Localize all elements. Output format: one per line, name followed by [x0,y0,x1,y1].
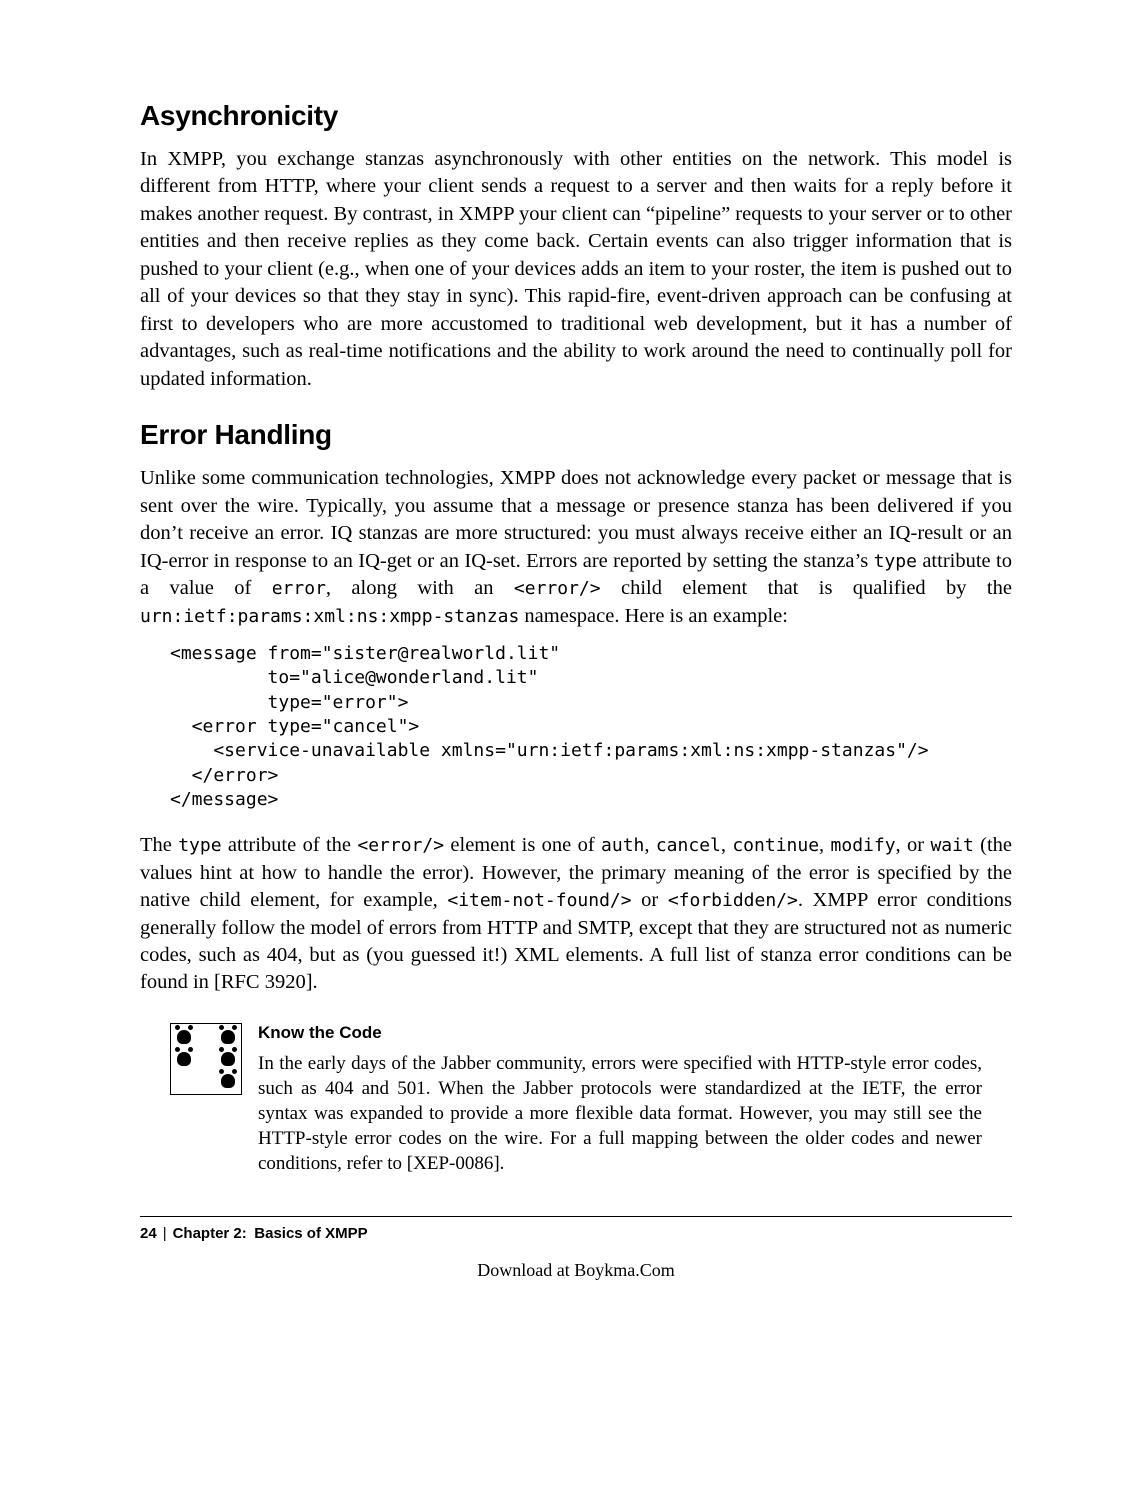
note-callout: Know the Code In the early days of the J… [170,1023,1012,1176]
code-inline-error-element: <error/> [514,578,601,599]
footer-separator: | [163,1225,167,1242]
code-inline-error-element2: <error/> [357,835,444,856]
code-inline-forbidden: <forbidden/> [668,890,798,911]
text-run: or [632,889,668,911]
code-inline-cancel: cancel [656,835,721,856]
page-number: 24 [140,1225,157,1242]
note-title: Know the Code [258,1023,982,1043]
code-inline-type2: type [178,835,221,856]
code-inline-type: type [874,551,917,572]
text-run: namespace. Here is an example: [519,605,788,627]
code-inline-auth: auth [601,835,644,856]
section-heading-error-handling: Error Handling [140,419,1012,451]
text-run: attribute of the [222,834,358,856]
code-inline-modify: modify [831,835,896,856]
text-run: The [140,834,178,856]
text-run: element is one of [444,834,601,856]
text-run: child element that is qualified by the [601,577,1012,599]
code-inline-error: error [272,578,326,599]
text-run: , or [896,834,931,856]
chapter-label: Chapter 2: Basics of XMPP [173,1225,368,1242]
paw-prints-icon [170,1023,242,1095]
text-run: , [644,834,655,856]
code-inline-continue: continue [732,835,819,856]
text-run: , along with an [326,577,514,599]
code-block-error-example: <message from="sister@realworld.lit" to=… [170,642,1012,812]
page: Asynchronicity In XMPP, you exchange sta… [0,0,1142,1500]
text-run: , [819,834,830,856]
code-inline-namespace: urn:ietf:params:xml:ns:xmpp-stanzas [140,606,519,627]
section-heading-asynchronicity: Asynchronicity [140,100,1012,132]
asynchronicity-paragraph: In XMPP, you exchange stanzas asynchrono… [140,146,1012,393]
text-run: , [721,834,732,856]
footer-rule: 24 | Chapter 2: Basics of XMPP [140,1216,1012,1242]
error-handling-explain-paragraph: The type attribute of the <error/> eleme… [140,832,1012,997]
error-handling-intro-paragraph: Unlike some communication technologies, … [140,465,1012,630]
code-inline-item-not-found: <item-not-found/> [447,890,631,911]
code-inline-wait: wait [930,835,973,856]
download-footer: Download at Boykma.Com [140,1260,1012,1281]
page-footer: 24 | Chapter 2: Basics of XMPP [140,1225,1012,1242]
note-body: In the early days of the Jabber communit… [258,1051,982,1176]
note-content: Know the Code In the early days of the J… [258,1023,982,1176]
